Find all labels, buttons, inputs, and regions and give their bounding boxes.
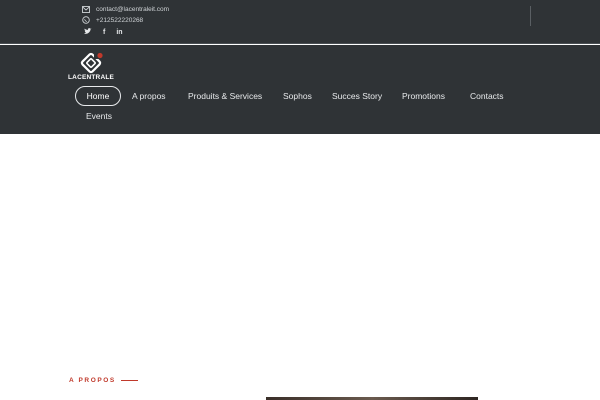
nav-home[interactable]: Home <box>75 86 121 106</box>
linkedin-icon[interactable]: in <box>116 29 122 37</box>
email-row[interactable]: contact@lacentraleit.com <box>82 6 169 13</box>
main-navbar: LACENTRALE Home A propos Produits & Serv… <box>0 45 600 134</box>
brand-name: LACENTRALE <box>68 74 115 81</box>
brand-logo[interactable]: LACENTRALE <box>68 51 114 85</box>
nav-events[interactable]: Events <box>86 111 112 121</box>
nav-contacts[interactable]: Contacts <box>470 91 504 101</box>
nav-a-propos[interactable]: A propos <box>132 91 166 101</box>
phone-row[interactable]: +212522220268 <box>82 16 143 24</box>
lacentrale-logo-icon <box>80 52 103 74</box>
email-link[interactable]: contact@lacentraleit.com <box>96 6 169 13</box>
top-contact-bar: contact@lacentraleit.com +212522220268 f… <box>0 0 600 44</box>
facebook-icon[interactable]: f <box>103 29 105 37</box>
whatsapp-icon <box>82 16 90 24</box>
nav-succes-story[interactable]: Succes Story <box>332 91 382 101</box>
phone-number[interactable]: +212522220268 <box>96 17 143 24</box>
nav-promotions[interactable]: Promotions <box>402 91 445 101</box>
nav-sophos[interactable]: Sophos <box>283 91 312 101</box>
section-label-line <box>121 380 138 381</box>
section-label-a-propos: A PROPOS <box>69 377 116 384</box>
twitter-icon[interactable] <box>84 28 92 38</box>
topbar-divider <box>530 6 531 26</box>
nav-produits-services[interactable]: Produits & Services <box>188 91 262 101</box>
envelope-icon <box>82 6 90 13</box>
social-links: f in <box>84 28 123 38</box>
